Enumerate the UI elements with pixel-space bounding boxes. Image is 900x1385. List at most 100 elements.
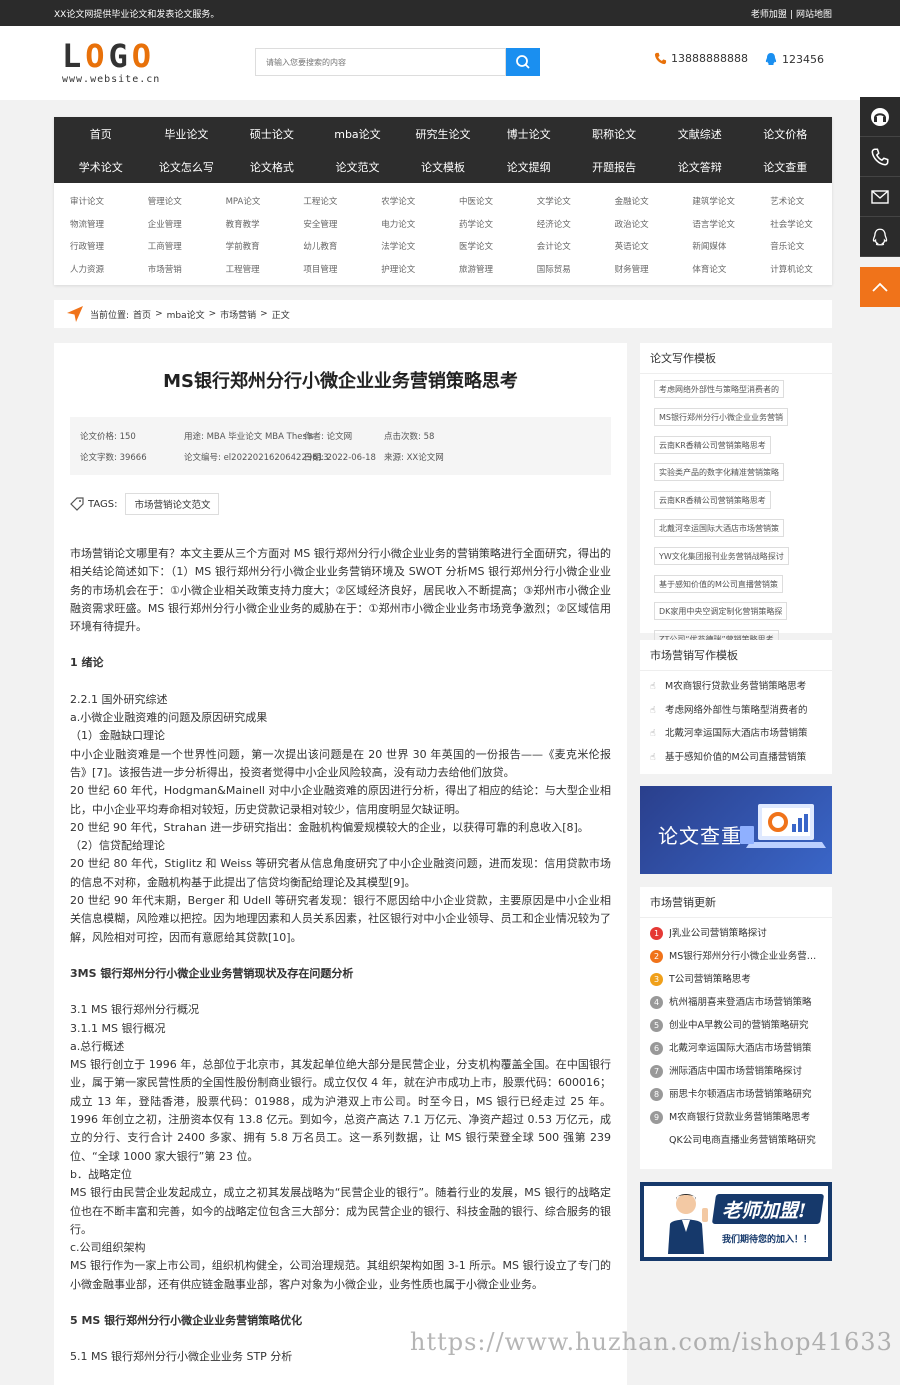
sub-category-link[interactable]: 政治论文 bbox=[599, 214, 677, 237]
update-link[interactable]: 1 J乳业公司营销策略探讨 bbox=[650, 922, 822, 945]
sub-category-link[interactable]: 物流管理 bbox=[54, 214, 132, 237]
marketing-template-link[interactable]: ☝ 北戴河幸运国际大酒店市场营销策 bbox=[650, 722, 822, 746]
sub-category-link[interactable]: 管理论文 bbox=[132, 191, 210, 214]
sub-category-link[interactable]: 学前教育 bbox=[210, 236, 288, 259]
update-link[interactable]: 8 丽思卡尔顿酒店市场营销策略研究 bbox=[650, 1083, 822, 1106]
update-link[interactable]: 7 洲际酒店中国市场营销策略探讨 bbox=[650, 1060, 822, 1083]
sub-category-link[interactable]: 行政管理 bbox=[54, 236, 132, 259]
update-link[interactable]: QK公司电商直播业务营销策略研究 bbox=[650, 1129, 822, 1152]
nav-item[interactable]: 论文提纲 bbox=[486, 159, 572, 175]
nav-item[interactable]: 研究生论文 bbox=[400, 126, 486, 142]
sub-category-link[interactable]: 企业管理 bbox=[132, 214, 210, 237]
sub-category-link[interactable]: 项目管理 bbox=[287, 259, 365, 282]
nav-item[interactable]: 硕士论文 bbox=[229, 126, 315, 142]
nav-item[interactable]: 首页 bbox=[58, 126, 144, 142]
nav-item[interactable]: 论文模板 bbox=[400, 159, 486, 175]
update-link[interactable]: 5 创业中A早教公司的营销策略研究 bbox=[650, 1014, 822, 1037]
marketing-template-link[interactable]: ☝ 考虑网络外部性与策略型消费者的 bbox=[650, 699, 822, 723]
nav-item[interactable]: 论文查重 bbox=[743, 159, 829, 175]
teacher-join-banner[interactable]: 老师加盟! 我们期待您的加入！！ bbox=[640, 1182, 832, 1261]
sub-category-link[interactable]: 人力资源 bbox=[54, 259, 132, 282]
breadcrumb-subcategory[interactable]: 市场营销 bbox=[220, 308, 256, 321]
float-phone-button[interactable] bbox=[860, 137, 900, 177]
nav-item[interactable]: 论文范文 bbox=[315, 159, 401, 175]
sub-category-link[interactable]: 工程管理 bbox=[210, 259, 288, 282]
search-input[interactable] bbox=[255, 48, 506, 76]
plagiarism-check-banner[interactable]: 论文查重 bbox=[640, 786, 832, 874]
template-link[interactable]: 北戴河幸运国际大酒店市场营销策 bbox=[654, 518, 784, 537]
template-link[interactable]: MS银行郑州分行小微企业业务营销 bbox=[654, 407, 788, 426]
sub-category-link[interactable]: 药学论文 bbox=[443, 214, 521, 237]
sub-category-link[interactable]: 农学论文 bbox=[365, 191, 443, 214]
link-text: T公司营销策略思考 bbox=[669, 974, 751, 985]
sub-category-link[interactable]: 建筑学论文 bbox=[676, 191, 754, 214]
template-link[interactable]: 基于感知价值的M公司直播营销策 bbox=[654, 574, 783, 593]
sub-category-link[interactable]: 教育教学 bbox=[210, 214, 288, 237]
nav-item[interactable]: 论文价格 bbox=[743, 126, 829, 142]
sub-category-link[interactable]: 旅游管理 bbox=[443, 259, 521, 282]
marketing-template-link[interactable]: ☝ 基于感知价值的M公司直播营销策 bbox=[650, 746, 822, 770]
back-to-top-button[interactable] bbox=[860, 267, 900, 307]
sub-category-link[interactable]: 会计论文 bbox=[521, 236, 599, 259]
site-logo[interactable]: LOGO www.website.cn bbox=[62, 40, 182, 85]
nav-item[interactable]: 论文答辩 bbox=[657, 159, 743, 175]
sub-category-link[interactable]: 体育论文 bbox=[676, 259, 754, 282]
nav-item[interactable]: 学术论文 bbox=[58, 159, 144, 175]
float-email-button[interactable] bbox=[860, 177, 900, 217]
nav-item[interactable]: 开题报告 bbox=[571, 159, 657, 175]
template-link[interactable]: 云南KR香精公司营销策略思考 bbox=[654, 491, 771, 510]
logo-site: www.website.cn bbox=[62, 74, 161, 85]
sub-category-link[interactable]: 护理论文 bbox=[365, 259, 443, 282]
breadcrumb-home[interactable]: 首页 bbox=[133, 308, 151, 321]
sub-category-link[interactable]: 审计论文 bbox=[54, 191, 132, 214]
float-qq-button[interactable] bbox=[860, 217, 900, 257]
nav-item[interactable]: 论文怎么写 bbox=[144, 159, 230, 175]
sub-category-link[interactable]: MPA论文 bbox=[210, 191, 288, 214]
float-service-button[interactable] bbox=[860, 97, 900, 137]
update-link[interactable]: 6 北戴河幸运国际大酒店市场营销策 bbox=[650, 1037, 822, 1060]
nav-item[interactable]: 毕业论文 bbox=[144, 126, 230, 142]
update-link[interactable]: 4 杭州福朋喜来登酒店市场营销策略 bbox=[650, 991, 822, 1014]
sub-category-link[interactable]: 经济论文 bbox=[521, 214, 599, 237]
sub-category-link[interactable]: 市场营销 bbox=[132, 259, 210, 282]
sub-category-link[interactable]: 艺术论文 bbox=[754, 191, 832, 214]
template-link[interactable]: 实验类产品的数字化精准营销策略 bbox=[654, 463, 784, 482]
nav-item[interactable]: 文献综述 bbox=[657, 126, 743, 142]
sitemap-link[interactable]: 网站地图 bbox=[796, 10, 832, 20]
sub-category-link[interactable]: 财务管理 bbox=[599, 259, 677, 282]
tag-link[interactable]: 市场营销论文范文 bbox=[125, 493, 220, 515]
marketing-template-link[interactable]: ☝ M农商银行贷款业务营销策略思考 bbox=[650, 675, 822, 699]
template-link[interactable]: DK家用中央空调定制化营销策略探 bbox=[654, 602, 788, 621]
sub-category-link[interactable]: 幼儿教育 bbox=[287, 236, 365, 259]
sub-category-link[interactable]: 社会学论文 bbox=[754, 214, 832, 237]
nav-item[interactable]: 职称论文 bbox=[571, 126, 657, 142]
sub-category-link[interactable]: 法学论文 bbox=[365, 236, 443, 259]
update-link[interactable]: 2 MS银行郑州分行小微企业业务营销策略思考 bbox=[650, 945, 822, 968]
breadcrumb-category[interactable]: mba论文 bbox=[167, 308, 205, 321]
sub-category-link[interactable]: 金融论文 bbox=[599, 191, 677, 214]
sub-category-link[interactable]: 计算机论文 bbox=[754, 259, 832, 282]
sub-category-link[interactable]: 医学论文 bbox=[443, 236, 521, 259]
sub-category-link[interactable]: 文学论文 bbox=[521, 191, 599, 214]
sub-category-link[interactable]: 语言学论文 bbox=[676, 214, 754, 237]
update-link[interactable]: 9 M农商银行贷款业务营销策略思考 bbox=[650, 1106, 822, 1129]
nav-item[interactable]: mba论文 bbox=[315, 126, 401, 142]
teacher-join-link[interactable]: 老师加盟 bbox=[751, 10, 787, 20]
sub-category-link[interactable]: 电力论文 bbox=[365, 214, 443, 237]
sub-category-link[interactable]: 工程论文 bbox=[287, 191, 365, 214]
sub-category-link[interactable]: 国际贸易 bbox=[521, 259, 599, 282]
sub-category-link[interactable]: 工商管理 bbox=[132, 236, 210, 259]
sub-category-link[interactable]: 音乐论文 bbox=[754, 236, 832, 259]
sub-category-link[interactable]: 安全管理 bbox=[287, 214, 365, 237]
sub-category-link[interactable]: 中医论文 bbox=[443, 191, 521, 214]
template-link[interactable]: 云南KR香精公司营销策略思考 bbox=[654, 435, 771, 454]
nav-item[interactable]: 博士论文 bbox=[486, 126, 572, 142]
nav-row-2: 学术论文 论文怎么写 论文格式 论文范文 论文模板 论文提纲 开题报告 论文答辩 论文查重 bbox=[58, 150, 828, 183]
nav-item[interactable]: 论文格式 bbox=[229, 159, 315, 175]
template-link[interactable]: YW文化集团报刊业务营销战略探讨 bbox=[654, 546, 789, 565]
update-link[interactable]: 3 T公司营销策略思考 bbox=[650, 968, 822, 991]
sub-category-link[interactable]: 英语论文 bbox=[599, 236, 677, 259]
sub-category-link[interactable]: 新闻媒体 bbox=[676, 236, 754, 259]
search-button[interactable] bbox=[506, 48, 540, 76]
template-link[interactable]: 考虑网络外部性与策略型消费者的 bbox=[654, 380, 784, 398]
